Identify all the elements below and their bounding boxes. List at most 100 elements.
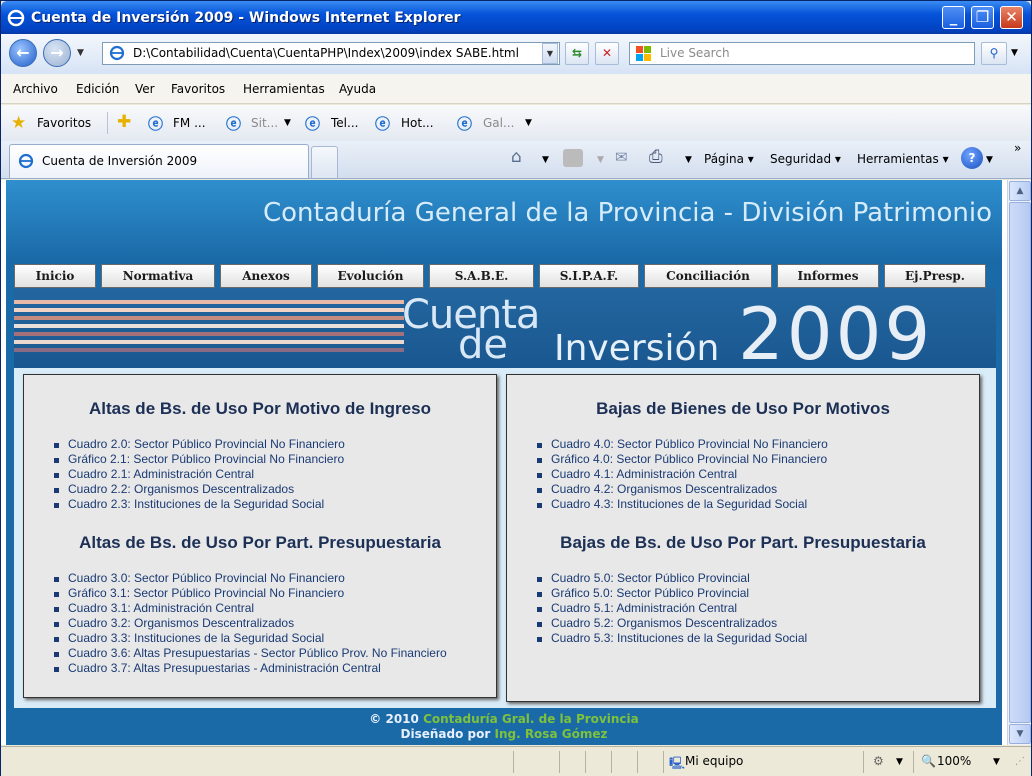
menu-favoritos[interactable]: Favoritos — [171, 82, 225, 96]
zoom-level[interactable]: 100% — [937, 754, 971, 768]
chevron-down-icon[interactable]: ▼ — [685, 155, 692, 165]
link-cuadro-5-2[interactable]: Cuadro 5.2: Organismos Descentralizados — [535, 616, 807, 631]
protected-mode-icon[interactable]: ⚙ — [873, 754, 884, 768]
nav-conciliacion[interactable]: Conciliación — [644, 264, 772, 288]
scroll-thumb[interactable] — [1009, 202, 1031, 723]
menu-ayuda[interactable]: Ayuda — [339, 82, 376, 96]
link-cuadro-3-7[interactable]: Cuadro 3.7: Altas Presupuestarias - Admi… — [52, 661, 447, 676]
link-grafico-3-1[interactable]: Gráfico 3.1: Sector Público Provincial N… — [52, 586, 447, 601]
footer-designer-link[interactable]: Ing. Rosa Gómez — [494, 727, 607, 741]
nav-inicio[interactable]: Inicio — [14, 264, 96, 288]
add-favorite-icon[interactable]: ✚ — [117, 112, 131, 132]
link-cuadro-5-0[interactable]: Cuadro 5.0: Sector Público Provincial — [535, 571, 807, 586]
nav-normativa[interactable]: Normativa — [101, 264, 215, 288]
menu-edicion[interactable]: Edición — [76, 82, 119, 96]
address-dropdown-icon[interactable]: ▼ — [542, 43, 558, 64]
fav-item-fm[interactable]: FM ... — [173, 116, 206, 130]
menu-ver[interactable]: Ver — [135, 82, 155, 96]
search-input[interactable]: Live Search — [629, 42, 975, 65]
vertical-scrollbar[interactable]: ▲ ▼ — [1007, 180, 1031, 745]
link-cuadro-2-0[interactable]: Cuadro 2.0: Sector Público Provincial No… — [52, 437, 345, 452]
fav-page-icon: ⓔ — [148, 115, 164, 133]
favorites-button[interactable]: Favoritos — [37, 116, 91, 130]
status-zone: Mi equipo — [685, 754, 744, 768]
scroll-down-icon[interactable]: ▼ — [1009, 724, 1031, 744]
link-grafico-4-0[interactable]: Gráfico 4.0: Sector Público Provincial N… — [535, 452, 828, 467]
scroll-up-icon[interactable]: ▲ — [1009, 181, 1031, 201]
fav-item-tel[interactable]: Tel... — [331, 116, 358, 130]
search-options-icon[interactable]: ▼ — [1011, 48, 1018, 58]
nav-ej-presp[interactable]: Ej.Presp. — [884, 264, 986, 288]
resize-grip-icon[interactable]: ⋰ — [1015, 756, 1025, 767]
chevron-down-icon[interactable]: ▼ — [986, 155, 993, 165]
link-cuadro-3-6[interactable]: Cuadro 3.6: Altas Presupuestarias - Sect… — [52, 646, 447, 661]
chevron-down-icon: ▼ — [597, 155, 604, 165]
home-icon[interactable]: ⌂ — [511, 147, 522, 167]
link-cuadro-2-1[interactable]: Cuadro 2.1: Administración Central — [52, 467, 345, 482]
link-cuadro-5-1[interactable]: Cuadro 5.1: Administración Central — [535, 601, 807, 616]
link-cuadro-3-0[interactable]: Cuadro 3.0: Sector Público Provincial No… — [52, 571, 447, 586]
chevron-down-icon[interactable]: ▼ — [896, 757, 903, 767]
heading-altas-partida: Altas de Bs. de Uso Por Part. Presupuest… — [79, 533, 441, 552]
security-menu[interactable]: Seguridad ▾ — [770, 152, 841, 166]
footer-org-link[interactable]: Contaduría Gral. de la Provincia — [423, 712, 639, 726]
search-icon[interactable]: ⚲ — [981, 42, 1007, 65]
tab-active[interactable]: Cuenta de Inversión 2009 — [9, 144, 309, 178]
link-cuadro-4-2[interactable]: Cuadro 4.2: Organismos Descentralizados — [535, 482, 828, 497]
link-cuadro-3-3[interactable]: Cuadro 3.3: Instituciones de la Segurida… — [52, 631, 447, 646]
help-icon[interactable]: ? — [961, 147, 983, 169]
banner-cuenta-inversion: Cuenta de Inversión 2009 — [14, 288, 996, 368]
link-cuadro-3-1[interactable]: Cuadro 3.1: Administración Central — [52, 601, 447, 616]
back-button[interactable]: ← — [9, 39, 37, 67]
forward-button[interactable]: → — [43, 39, 71, 67]
nav-sipaf[interactable]: S.I.P.A.F. — [539, 264, 639, 288]
link-cuadro-5-3[interactable]: Cuadro 5.3: Instituciones de la Segurida… — [535, 631, 807, 646]
nav-evolucion[interactable]: Evolución — [317, 264, 424, 288]
panel-bajas: Bajas de Bienes de Uso Por Motivos Cuadr… — [506, 374, 980, 702]
link-cuadro-3-2[interactable]: Cuadro 3.2: Organismos Descentralizados — [52, 616, 447, 631]
fav-item-hot[interactable]: Hot... — [401, 116, 434, 130]
page-menu[interactable]: Página ▾ — [704, 152, 754, 166]
chevron-more-icon[interactable]: » — [1014, 141, 1021, 155]
status-divider — [663, 751, 664, 773]
menu-herramientas[interactable]: Herramientas — [243, 82, 325, 96]
link-grafico-5-0[interactable]: Gráfico 5.0: Sector Público Provincial — [535, 586, 807, 601]
status-divider — [913, 751, 914, 773]
link-cuadro-2-2[interactable]: Cuadro 2.2: Organismos Descentralizados — [52, 482, 345, 497]
address-input[interactable]: D:\Contabilidad\Cuenta\CuentaPHP\Index\2… — [102, 42, 560, 65]
footer-designed-by: Diseñado por — [400, 727, 491, 741]
tools-menu[interactable]: Herramientas ▾ — [857, 152, 949, 166]
banner-word-de: de — [458, 322, 508, 368]
minimize-button[interactable]: _ — [942, 6, 965, 29]
new-tab-button[interactable] — [311, 146, 338, 178]
site-header-title: Contaduría General de la Provincia - Div… — [262, 198, 992, 228]
site-footer: © 2010 Contaduría Gral. de la Provincia … — [6, 712, 1002, 745]
link-cuadro-4-1[interactable]: Cuadro 4.1: Administración Central — [535, 467, 828, 482]
nav-sabe[interactable]: S.A.B.E. — [429, 264, 534, 288]
mail-icon[interactable]: ✉ — [615, 148, 628, 166]
nav-informes[interactable]: Informes — [777, 264, 879, 288]
window-title: Cuenta de Inversión 2009 - Windows Inter… — [31, 10, 461, 26]
maximize-button[interactable]: ❐ — [971, 6, 994, 29]
link-grafico-2-1[interactable]: Gráfico 2.1: Sector Público Provincial N… — [52, 452, 345, 467]
chevron-down-icon[interactable]: ▼ — [993, 757, 1000, 767]
link-cuadro-4-3[interactable]: Cuadro 4.3: Instituciones de la Segurida… — [535, 497, 828, 512]
chevron-down-icon[interactable]: ▼ — [542, 155, 549, 165]
menu-archivo[interactable]: Archivo — [13, 82, 58, 96]
close-button[interactable]: ✕ — [1000, 6, 1023, 29]
chevron-down-icon[interactable]: ▼ — [284, 118, 291, 128]
content-area: Altas de Bs. de Uso Por Motivo de Ingres… — [14, 368, 996, 708]
link-cuadro-4-0[interactable]: Cuadro 4.0: Sector Público Provincial No… — [535, 437, 828, 452]
favorites-divider — [107, 112, 108, 134]
feeds-icon[interactable] — [563, 149, 583, 167]
nav-anexos[interactable]: Anexos — [220, 264, 312, 288]
stop-icon[interactable]: ✕ — [595, 42, 619, 65]
fav-item-gal[interactable]: Gal... — [483, 116, 514, 130]
link-cuadro-2-3[interactable]: Cuadro 2.3: Instituciones de la Segurida… — [52, 497, 345, 512]
refresh-icon[interactable]: ⇆ — [565, 42, 589, 65]
favorites-bar: ★ Favoritos ✚ ⓔ FM ... ⓔ Sit... ▼ ⓔ Tel.… — [1, 105, 1031, 141]
print-icon[interactable]: ⎙ — [649, 147, 663, 167]
fav-item-sit[interactable]: Sit... — [251, 116, 278, 130]
history-dropdown-icon[interactable]: ▼ — [77, 48, 84, 58]
chevron-down-icon[interactable]: ▼ — [525, 118, 532, 128]
